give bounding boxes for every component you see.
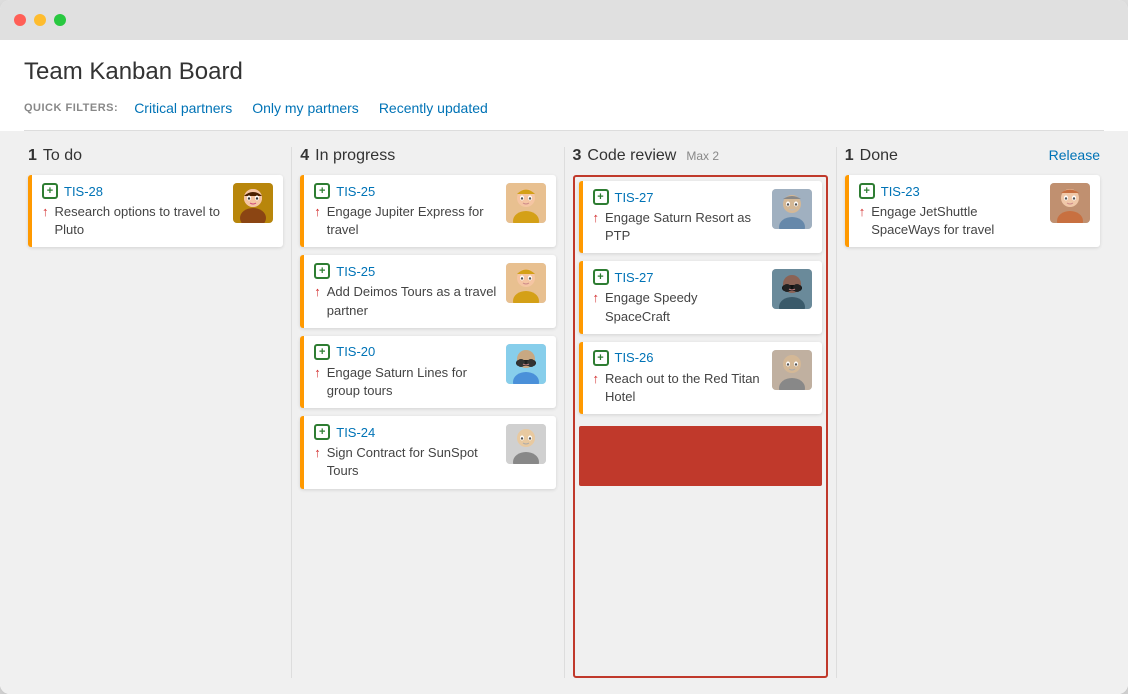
inprogress-count: 4 xyxy=(300,147,309,165)
title-bar xyxy=(0,0,1128,40)
card-tis25-a[interactable]: + TIS-25 ↑ Engage Jupiter Express for tr… xyxy=(300,175,555,247)
add-icon: + xyxy=(314,183,330,199)
priority-icon: ↑ xyxy=(593,290,600,305)
quick-filters-bar: QUICK FILTERS: Critical partners Only my… xyxy=(24,100,1104,131)
avatar xyxy=(506,183,546,223)
card-tis28[interactable]: + TIS-28 ↑ Research options to travel to… xyxy=(28,175,283,247)
card-tis24[interactable]: + TIS-24 ↑ Sign Contract for SunSpot Tou… xyxy=(300,416,555,488)
card-tis20[interactable]: + TIS-20 ↑ Engage Saturn Lines for group… xyxy=(300,336,555,408)
card-id: TIS-25 xyxy=(336,184,375,199)
card-text: Sign Contract for SunSpot Tours xyxy=(327,444,498,480)
todo-title: To do xyxy=(43,147,82,165)
close-button[interactable] xyxy=(14,14,26,26)
inprogress-title: In progress xyxy=(315,147,395,165)
column-done: 1 Done Release + TIS-23 ↑ xyxy=(836,147,1108,678)
add-icon: + xyxy=(314,424,330,440)
priority-icon: ↑ xyxy=(314,204,321,219)
card-id: TIS-27 xyxy=(615,190,654,205)
release-link[interactable]: Release xyxy=(1049,147,1100,163)
card-text: Engage Saturn Lines for group tours xyxy=(327,364,498,400)
codereview-cards-wrapper: + TIS-27 ↑ Engage Saturn Resort as PTP xyxy=(573,175,828,678)
card-id: TIS-24 xyxy=(336,425,375,440)
page-header: Team Kanban Board QUICK FILTERS: Critica… xyxy=(0,40,1128,131)
add-icon: + xyxy=(593,269,609,285)
add-icon: + xyxy=(593,189,609,205)
codereview-count: 3 xyxy=(573,147,582,165)
avatar xyxy=(233,183,273,223)
card-id: TIS-28 xyxy=(64,184,103,199)
done-title: Done xyxy=(860,147,898,165)
card-text: Add Deimos Tours as a travel partner xyxy=(327,283,498,319)
column-inprogress: 4 In progress + TIS-25 ↑ xyxy=(291,147,563,678)
page-title: Team Kanban Board xyxy=(24,58,1104,86)
avatar xyxy=(506,424,546,464)
card-text: Reach out to the Red Titan Hotel xyxy=(605,370,764,406)
avatar xyxy=(772,189,812,229)
card-text: Engage Jupiter Express for travel xyxy=(327,203,498,239)
overflow-indicator xyxy=(579,426,822,486)
done-cards: + TIS-23 ↑ Engage JetShuttle SpaceWays f… xyxy=(845,175,1100,678)
column-codereview: 3 Code review Max 2 + TIS-27 xyxy=(564,147,836,678)
codereview-max: Max 2 xyxy=(686,149,719,163)
card-tis26[interactable]: + TIS-26 ↑ Reach out to the Red Titan Ho… xyxy=(579,342,822,414)
card-tis27-b[interactable]: + TIS-27 ↑ Engage Speedy SpaceCraft xyxy=(579,261,822,333)
avatar xyxy=(506,344,546,384)
column-todo: 1 To do + TIS-28 ↑ Researc xyxy=(20,147,291,678)
add-icon: + xyxy=(859,183,875,199)
column-todo-header: 1 To do xyxy=(28,147,283,165)
card-id: TIS-20 xyxy=(336,344,375,359)
inprogress-cards: + TIS-25 ↑ Engage Jupiter Express for tr… xyxy=(300,175,555,678)
column-inprogress-header: 4 In progress xyxy=(300,147,555,165)
card-text: Engage Speedy SpaceCraft xyxy=(605,289,764,325)
avatar xyxy=(1050,183,1090,223)
quick-filters-label: QUICK FILTERS: xyxy=(24,102,118,114)
filter-critical-partners[interactable]: Critical partners xyxy=(134,100,232,116)
add-icon: + xyxy=(314,263,330,279)
priority-icon: ↑ xyxy=(314,284,321,299)
avatar xyxy=(506,263,546,303)
card-text: Research options to travel to Pluto xyxy=(55,203,226,239)
priority-icon: ↑ xyxy=(593,210,600,225)
avatar xyxy=(772,269,812,309)
card-tis23[interactable]: + TIS-23 ↑ Engage JetShuttle SpaceWays f… xyxy=(845,175,1100,247)
column-codereview-header: 3 Code review Max 2 xyxy=(573,147,828,165)
card-tis25-b[interactable]: + TIS-25 ↑ Add Deimos Tours as a travel … xyxy=(300,255,555,327)
priority-icon: ↑ xyxy=(314,365,321,380)
card-id: TIS-23 xyxy=(881,184,920,199)
content-area: Team Kanban Board QUICK FILTERS: Critica… xyxy=(0,40,1128,694)
card-id: TIS-27 xyxy=(615,270,654,285)
card-text: Engage JetShuttle SpaceWays for travel xyxy=(871,203,1042,239)
card-text: Engage Saturn Resort as PTP xyxy=(605,209,764,245)
column-done-header: 1 Done Release xyxy=(845,147,1100,165)
add-icon: + xyxy=(314,344,330,360)
card-tis27-a[interactable]: + TIS-27 ↑ Engage Saturn Resort as PTP xyxy=(579,181,822,253)
codereview-title: Code review xyxy=(587,147,676,165)
todo-cards: + TIS-28 ↑ Research options to travel to… xyxy=(28,175,283,678)
filter-only-partners[interactable]: Only my partners xyxy=(252,100,359,116)
minimize-button[interactable] xyxy=(34,14,46,26)
priority-icon: ↑ xyxy=(859,204,866,219)
add-icon: + xyxy=(42,183,58,199)
kanban-board: 1 To do + TIS-28 ↑ Researc xyxy=(0,131,1128,694)
todo-count: 1 xyxy=(28,147,37,165)
app-window: Team Kanban Board QUICK FILTERS: Critica… xyxy=(0,0,1128,694)
priority-icon: ↑ xyxy=(593,371,600,386)
card-id: TIS-26 xyxy=(615,350,654,365)
add-icon: + xyxy=(593,350,609,366)
maximize-button[interactable] xyxy=(54,14,66,26)
done-count: 1 xyxy=(845,147,854,165)
avatar xyxy=(772,350,812,390)
filter-recently-updated[interactable]: Recently updated xyxy=(379,100,488,116)
card-id: TIS-25 xyxy=(336,264,375,279)
priority-icon: ↑ xyxy=(314,445,321,460)
priority-icon: ↑ xyxy=(42,204,49,219)
